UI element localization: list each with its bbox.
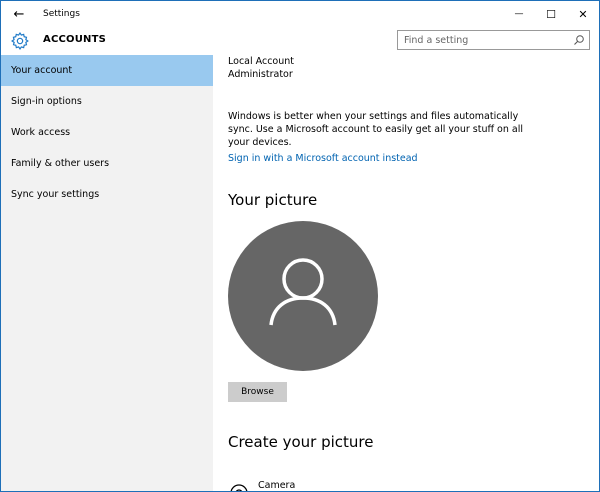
account-role: Administrator xyxy=(228,69,293,80)
camera-option[interactable]: Camera xyxy=(228,468,296,491)
gear-icon xyxy=(11,32,29,50)
sidebar-item-family-other-users[interactable]: Family & other users xyxy=(1,148,213,179)
avatar xyxy=(228,221,378,371)
sidebar-item-label: Family & other users xyxy=(11,158,110,169)
window-controls: — ☐ ✕ xyxy=(503,1,599,27)
sidebar-item-label: Your account xyxy=(11,65,73,76)
camera-icon xyxy=(230,484,248,491)
page-header: ACCOUNTS xyxy=(1,27,599,55)
sidebar: Your account Sign-in options Work access… xyxy=(1,55,213,491)
maximize-icon: ☐ xyxy=(546,7,556,21)
back-arrow-icon: ← xyxy=(13,6,25,22)
close-button[interactable]: ✕ xyxy=(567,1,599,27)
sidebar-item-label: Sign-in options xyxy=(11,96,82,107)
settings-window: ← Settings — ☐ ✕ ACCOUNTS Find a setting… xyxy=(0,0,600,492)
camera-label: Camera xyxy=(258,479,296,491)
sidebar-item-sign-in-options[interactable]: Sign-in options xyxy=(1,86,213,117)
back-button[interactable]: ← xyxy=(1,1,37,27)
sidebar-item-label: Sync your settings xyxy=(11,189,100,200)
minimize-button[interactable]: — xyxy=(503,1,535,27)
browse-button[interactable]: Browse xyxy=(228,382,287,402)
maximize-button[interactable]: ☐ xyxy=(535,1,567,27)
main-content: Local Account Administrator Windows is b… xyxy=(228,55,588,491)
microsoft-signin-link[interactable]: Sign in with a Microsoft account instead xyxy=(228,153,418,164)
search-icon[interactable] xyxy=(573,34,585,46)
sidebar-item-sync-settings[interactable]: Sync your settings xyxy=(1,179,213,210)
minimize-icon: — xyxy=(514,9,524,19)
sync-description: Windows is better when your settings and… xyxy=(228,111,524,148)
search-box xyxy=(397,30,590,50)
title-bar: ← Settings — ☐ ✕ xyxy=(1,1,599,27)
sidebar-item-label: Work access xyxy=(11,127,71,138)
close-icon: ✕ xyxy=(578,7,588,21)
search-input[interactable] xyxy=(398,34,568,46)
page-title: ACCOUNTS xyxy=(43,34,107,45)
your-picture-heading: Your picture xyxy=(228,191,318,209)
window-title: Settings xyxy=(43,9,80,19)
sidebar-item-work-access[interactable]: Work access xyxy=(1,117,213,148)
sidebar-item-your-account[interactable]: Your account xyxy=(1,55,213,86)
account-type: Local Account xyxy=(228,56,294,67)
create-picture-heading: Create your picture xyxy=(228,433,374,451)
